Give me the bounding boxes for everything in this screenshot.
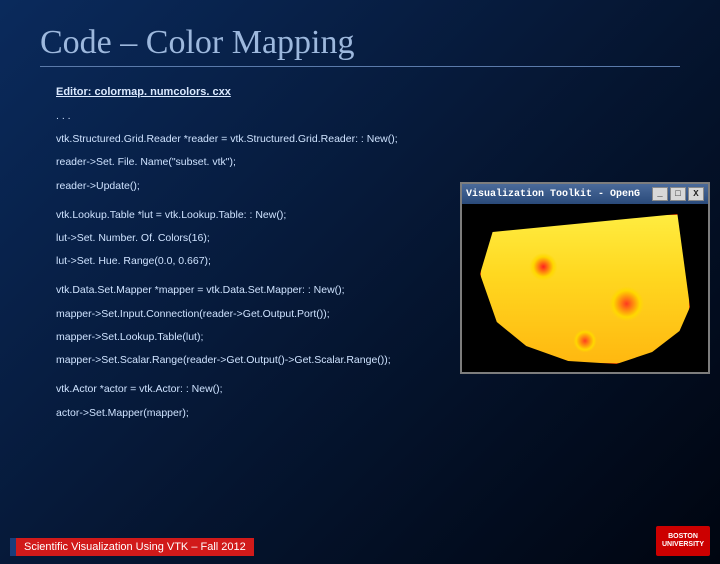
code-line: vtk.Actor *actor = vtk.Actor: : New(); bbox=[56, 382, 720, 397]
footer-banner: Scientific Visualization Using VTK – Fal… bbox=[10, 538, 254, 556]
maximize-button[interactable]: □ bbox=[670, 187, 686, 201]
render-window: Visualization Toolkit - OpenG _ □ X bbox=[460, 182, 710, 374]
close-button[interactable]: X bbox=[688, 187, 704, 201]
bu-logo: BOSTON UNIVERSITY bbox=[656, 526, 710, 556]
code-line: reader->Set. File. Name("subset. vtk"); bbox=[56, 155, 720, 170]
logo-line2: UNIVERSITY bbox=[662, 541, 704, 549]
window-title-text: Visualization Toolkit - OpenG bbox=[466, 189, 640, 200]
editor-label: Editor: colormap. numcolors. cxx bbox=[56, 85, 720, 101]
render-canvas bbox=[462, 204, 708, 372]
code-line: actor->Set.Mapper(mapper); bbox=[56, 406, 720, 421]
code-line: . . . bbox=[56, 109, 720, 124]
window-titlebar: Visualization Toolkit - OpenG _ □ X bbox=[462, 184, 708, 204]
colormap-mesh-icon bbox=[480, 214, 690, 364]
code-line: vtk.Structured.Grid.Reader *reader = vtk… bbox=[56, 132, 720, 147]
minimize-button[interactable]: _ bbox=[652, 187, 668, 201]
slide-title: Code – Color Mapping bbox=[40, 24, 680, 67]
